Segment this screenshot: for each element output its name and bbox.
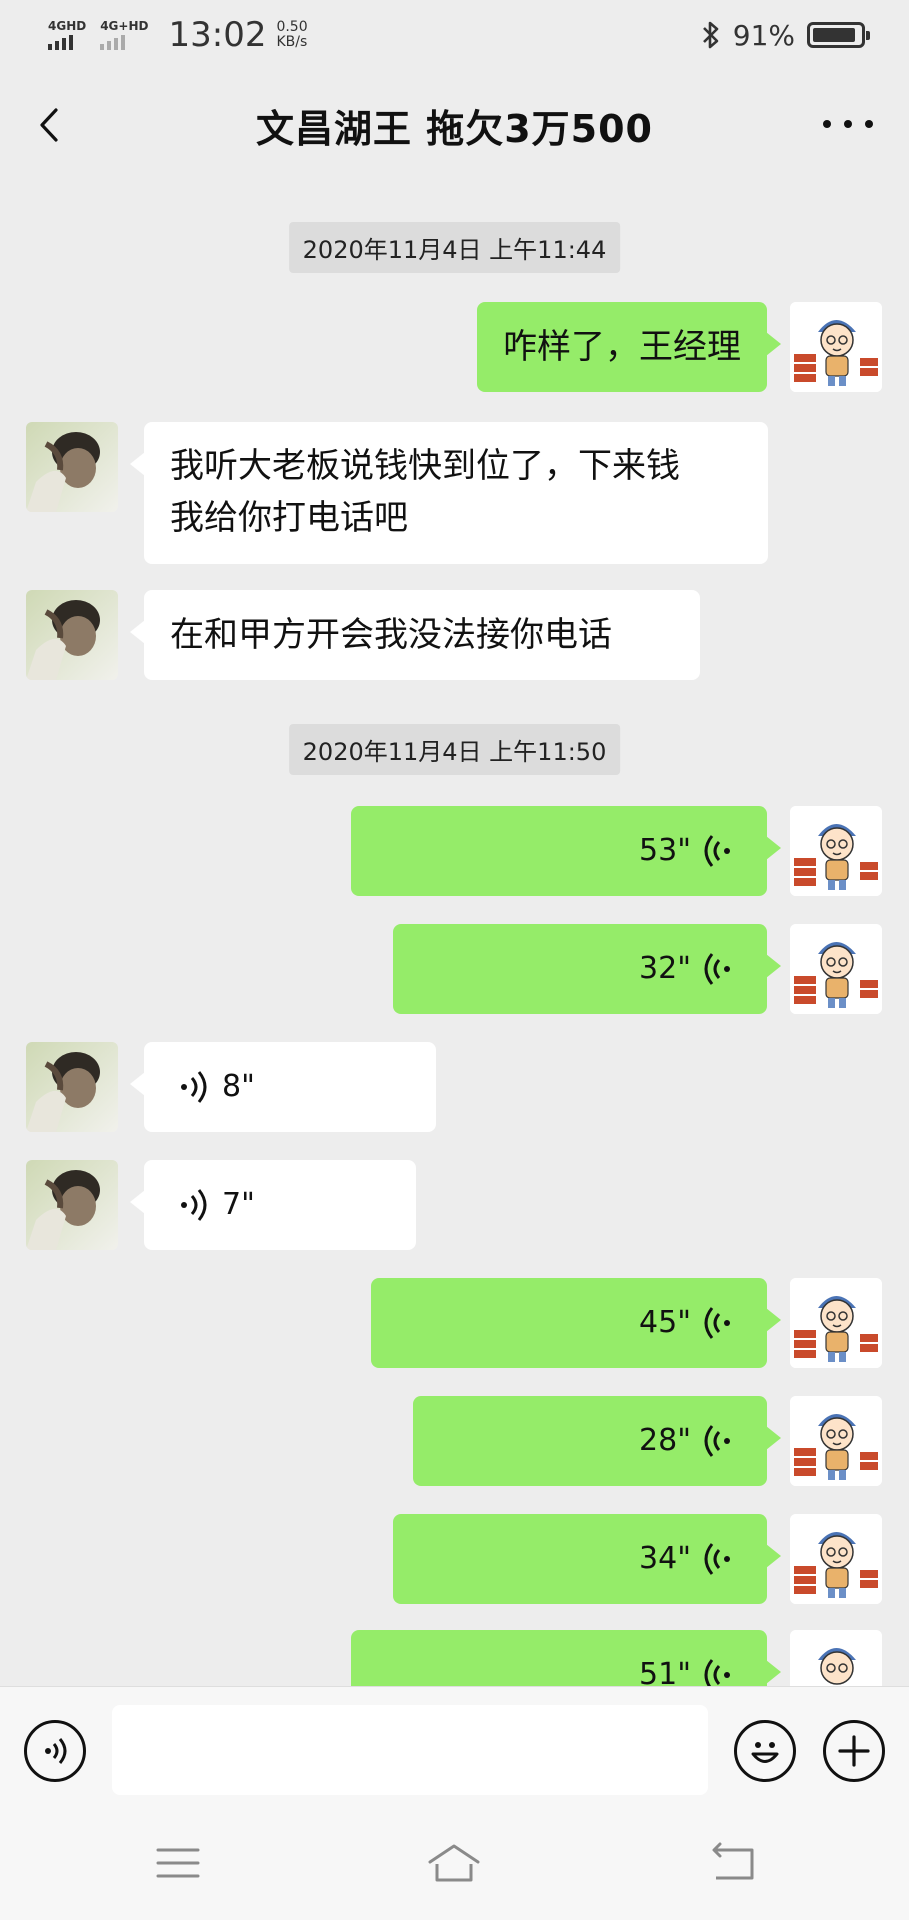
voice-wave-icon: [704, 835, 730, 867]
my-avatar[interactable]: [790, 1514, 882, 1604]
chat-message-list[interactable]: 2020年11月4日 上午11:44 咋样了，王经理 我听大老板说钱快到位了，下…: [0, 0, 909, 1686]
message-input-bar: [0, 1686, 909, 1812]
signal-icon: [48, 35, 73, 50]
more-options-button[interactable]: [823, 104, 873, 144]
clock: 13:02: [168, 15, 267, 55]
voice-duration: 51": [639, 1657, 691, 1686]
chevron-left-icon: [40, 108, 58, 142]
more-functions-button[interactable]: [823, 1720, 885, 1782]
my-avatar[interactable]: [790, 1630, 882, 1686]
cartoon-worker-avatar-icon: [790, 1396, 882, 1486]
emoji-icon: [751, 1742, 779, 1763]
voice-duration: 45": [639, 1305, 691, 1340]
message-text-line: 我听大老板说钱快到位了，下来钱: [170, 446, 680, 486]
chat-header: 文昌湖王 拖欠3万500: [0, 90, 909, 160]
battery-icon: [807, 22, 870, 48]
menu-icon: [156, 1848, 200, 1878]
network-speed-unit: KB/s: [276, 34, 308, 50]
chat-title: 文昌湖王 拖欠3万500: [256, 106, 653, 151]
network-speed: 0.50 KB/s: [276, 20, 307, 50]
my-avatar[interactable]: [790, 1396, 882, 1486]
cartoon-worker-avatar-icon: [790, 924, 882, 1014]
my-avatar[interactable]: [790, 302, 882, 392]
voice-wave-icon: [704, 1659, 730, 1686]
cartoon-worker-avatar-icon: [790, 1630, 882, 1686]
signal-indicator: 4G+HD: [100, 20, 148, 50]
voice-message-bubble[interactable]: 45": [371, 1278, 781, 1368]
more-dots-icon: [844, 120, 852, 128]
battery-level: [813, 28, 855, 42]
contact-avatar[interactable]: [26, 590, 118, 680]
signal-icon: [100, 35, 126, 50]
voice-wave-icon: [181, 1071, 207, 1103]
my-avatar[interactable]: [790, 924, 882, 1014]
more-dots-icon: [823, 120, 831, 128]
my-avatar[interactable]: [790, 1278, 882, 1368]
voice-wave-icon: [704, 1543, 730, 1575]
voice-duration: 32": [639, 951, 691, 986]
status-bar: 4GHD 4G+HD 13:02 0.50 KB/s 91%: [0, 0, 909, 70]
system-navigation-bar: [0, 1812, 909, 1920]
signal-label: 4GHD: [48, 19, 87, 33]
cartoon-worker-avatar-icon: [790, 302, 882, 392]
message-timestamp: 2020年11月4日 上午11:50: [288, 724, 621, 775]
signal-label: 4G+HD: [100, 19, 149, 33]
home-button[interactable]: [424, 1838, 484, 1888]
system-back-button[interactable]: [702, 1838, 762, 1888]
home-icon: [428, 1844, 480, 1882]
voice-duration: 8": [222, 1069, 255, 1104]
message-input[interactable]: [112, 1705, 708, 1795]
message-bubble-outgoing[interactable]: 咋样了，王经理: [477, 302, 781, 392]
voice-duration: 34": [639, 1541, 691, 1576]
cartoon-worker-avatar-icon: [790, 806, 882, 896]
menu-button[interactable]: [148, 1838, 208, 1888]
voice-wave-icon: [704, 953, 730, 985]
back-button[interactable]: [28, 102, 74, 148]
message-bubble-incoming[interactable]: 我听大老板说钱快到位了，下来钱 我给你打电话吧: [130, 422, 768, 564]
status-right: 91%: [701, 18, 870, 52]
contact-photo-icon: [26, 590, 118, 680]
back-icon: [712, 1842, 754, 1880]
emoji-button[interactable]: [734, 1720, 796, 1782]
signal-indicator: 4GHD: [48, 20, 86, 50]
bluetooth-icon: [702, 21, 719, 49]
voice-message-bubble[interactable]: 7": [130, 1160, 416, 1250]
voice-duration: 7": [222, 1187, 255, 1222]
voice-wave-icon: [704, 1307, 730, 1339]
voice-wave-icon: [181, 1189, 207, 1221]
contact-avatar[interactable]: [26, 422, 118, 512]
voice-message-bubble[interactable]: 32": [393, 924, 781, 1014]
contact-photo-icon: [26, 1160, 118, 1250]
voice-duration: 53": [639, 833, 691, 868]
voice-duration: 28": [639, 1423, 691, 1458]
voice-message-bubble[interactable]: 8": [130, 1042, 436, 1132]
message-bubble-incoming[interactable]: 在和甲方开会我没法接你电话: [130, 590, 700, 680]
battery-percent: 91%: [732, 18, 795, 52]
network-speed-value: 0.50: [276, 19, 308, 35]
message-text-line: 我给你打电话吧: [170, 498, 408, 538]
my-avatar[interactable]: [790, 806, 882, 896]
cartoon-worker-avatar-icon: [790, 1278, 882, 1368]
voice-message-bubble[interactable]: 34": [393, 1514, 781, 1604]
voice-wave-icon: [704, 1425, 730, 1457]
contact-photo-icon: [26, 1042, 118, 1132]
contact-photo-icon: [26, 422, 118, 512]
more-dots-icon: [865, 120, 873, 128]
voice-message-bubble[interactable]: 51": [351, 1630, 781, 1686]
voice-mode-icon: [45, 1738, 67, 1764]
message-timestamp: 2020年11月4日 上午11:44: [288, 222, 621, 273]
message-text: 咋样了，王经理: [503, 327, 741, 367]
contact-avatar[interactable]: [26, 1042, 118, 1132]
contact-avatar[interactable]: [26, 1160, 118, 1250]
voice-message-bubble[interactable]: 28": [413, 1396, 781, 1486]
cartoon-worker-avatar-icon: [790, 1514, 882, 1604]
voice-message-bubble[interactable]: 53": [351, 806, 781, 896]
message-text: 在和甲方开会我没法接你电话: [170, 615, 612, 655]
voice-mode-button[interactable]: [24, 1720, 86, 1782]
plus-icon: [838, 1735, 870, 1767]
